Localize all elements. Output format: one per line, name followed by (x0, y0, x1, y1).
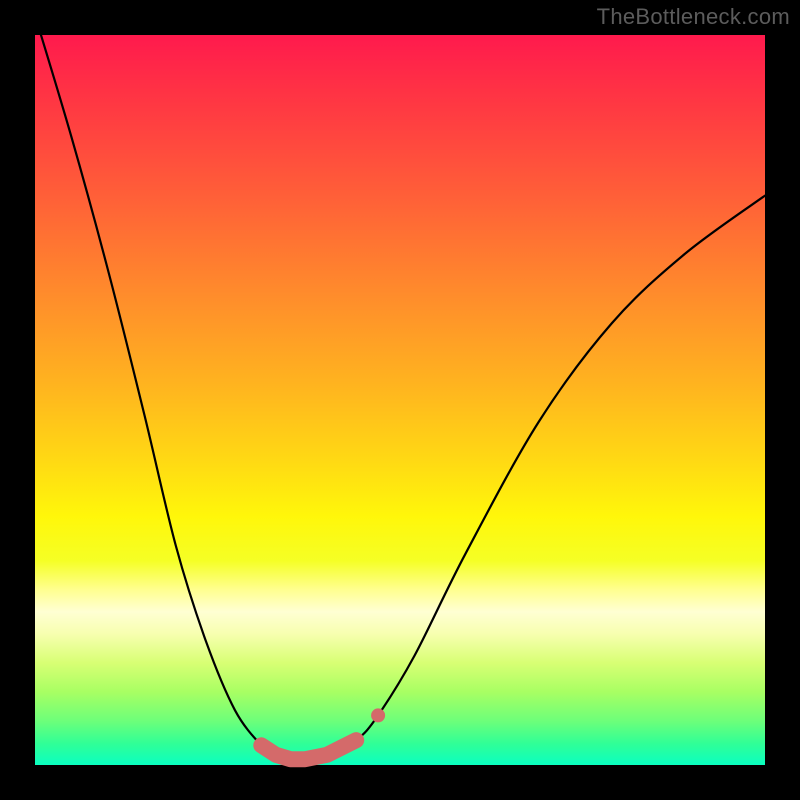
chart-svg (35, 35, 765, 765)
bottleneck-curve (35, 15, 765, 759)
trough-markers (261, 740, 356, 759)
trough-extra-dot (371, 708, 385, 722)
watermark-text: TheBottleneck.com (597, 4, 790, 30)
chart-frame: TheBottleneck.com (0, 0, 800, 800)
plot-area (35, 35, 765, 765)
